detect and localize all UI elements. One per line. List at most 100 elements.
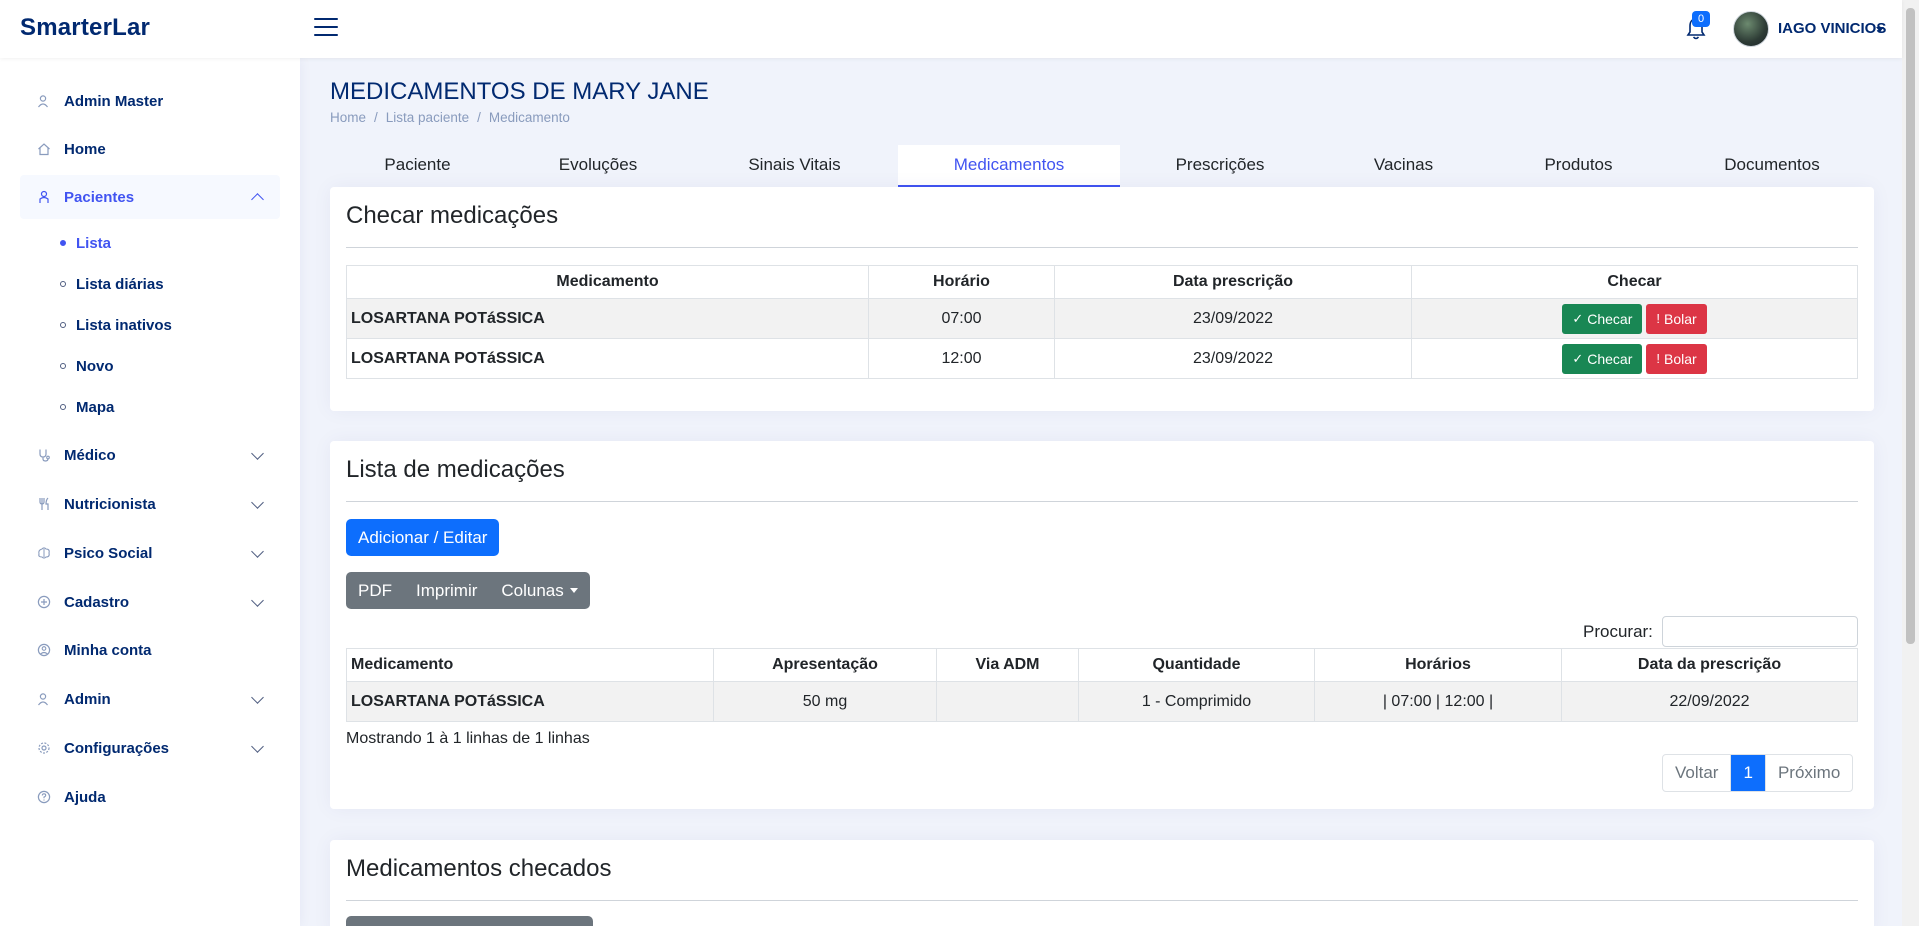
column-header[interactable]: Medicamento [346, 265, 869, 299]
bullet-icon [60, 363, 66, 369]
tab-documentos[interactable]: Documentos [1670, 145, 1874, 187]
sidebar-item-minha-conta[interactable]: Minha conta [20, 628, 280, 672]
data-cell: 22/09/2022 [1561, 681, 1858, 722]
column-header[interactable]: Checar [1411, 265, 1858, 299]
avatar[interactable] [1733, 11, 1769, 47]
tab-prescricoes[interactable]: Prescrições [1120, 145, 1320, 187]
hamburger-menu-icon[interactable] [314, 18, 338, 40]
sidebar-item-pacientes[interactable]: Pacientes [20, 175, 280, 219]
brand-logo[interactable]: SmarterLar [20, 14, 150, 42]
person-circle-icon [36, 642, 52, 658]
checar-button[interactable]: ✓ Checar [1562, 303, 1643, 334]
column-header[interactable]: Quantidade [1078, 648, 1315, 682]
user-icon [36, 93, 52, 109]
breadcrumb-lista-paciente[interactable]: Lista paciente [386, 110, 469, 125]
tab-bar: Paciente Evoluções Sinais Vitais Medicam… [330, 145, 1874, 187]
page-scrollbar[interactable] [1902, 0, 1919, 926]
column-header[interactable]: Data prescrição [1054, 265, 1412, 299]
pdf-button[interactable]: PDF [346, 572, 404, 609]
column-header[interactable]: Via ADM [936, 648, 1079, 682]
sidebar-subitem-lista-inativos[interactable]: Lista inativos [60, 313, 172, 337]
tab-sinais-vitais[interactable]: Sinais Vitais [691, 145, 898, 187]
chevron-down-icon [251, 545, 264, 558]
sidebar-subitem-lista[interactable]: Lista [60, 231, 111, 255]
divider [346, 247, 1858, 248]
sidebar-subitem-novo[interactable]: Novo [60, 354, 114, 378]
sidebar-item-home[interactable]: Home [20, 127, 280, 171]
data-cell: 23/09/2022 [1054, 338, 1412, 379]
lista-medicacoes-card: Lista de medicações Adicionar / Editar P… [330, 441, 1874, 809]
bullet-icon [60, 281, 66, 287]
sidebar-subitem-lista-diarias[interactable]: Lista diárias [60, 272, 164, 296]
breadcrumb: Home / Lista paciente / Medicamento [330, 110, 570, 125]
sidebar-item-psico-social[interactable]: Psico Social [20, 531, 280, 575]
actions-cell: ✓ Checar! Bolar [1411, 298, 1858, 339]
check-icon: ✓ [1572, 350, 1584, 366]
via-adm-cell [936, 681, 1079, 722]
data-cell: 23/09/2022 [1054, 298, 1412, 339]
actions-cell: ✓ Checar! Bolar [1411, 338, 1858, 379]
page-title: MEDICAMENTOS DE MARY JANE [330, 78, 709, 105]
column-header[interactable]: Apresentação [713, 648, 937, 682]
tab-vacinas[interactable]: Vacinas [1320, 145, 1487, 187]
pagination: Voltar 1 Próximo [1662, 754, 1854, 792]
column-header[interactable]: Data da prescrição [1561, 648, 1858, 682]
column-header[interactable]: Medicamento [346, 648, 714, 682]
export-button-group[interactable] [346, 916, 593, 926]
pagination-next[interactable]: Próximo [1766, 755, 1852, 791]
checar-button[interactable]: ✓ Checar [1562, 343, 1643, 374]
check-icon: ✓ [1572, 310, 1584, 326]
pagination-prev[interactable]: Voltar [1663, 755, 1730, 791]
breadcrumb-separator: / [374, 110, 378, 125]
tab-medicamentos[interactable]: Medicamentos [898, 145, 1120, 187]
chevron-down-icon[interactable] [1876, 27, 1884, 32]
sidebar-item-label: Cadastro [64, 593, 130, 611]
question-icon [36, 789, 52, 805]
checar-medicacoes-card: Checar medicações Medicamento Horário Da… [330, 187, 1874, 411]
column-header[interactable]: Horário [868, 265, 1055, 299]
sidebar-item-label: Home [64, 140, 106, 158]
sidebar-item-label: Psico Social [64, 544, 153, 562]
medicamento-cell: LOSARTANA POTáSSICA [346, 298, 869, 339]
sidebar-subitem-mapa[interactable]: Mapa [60, 395, 114, 419]
user-gear-icon [36, 691, 52, 707]
sidebar-item-cadastro[interactable]: Cadastro [20, 580, 280, 624]
divider [346, 900, 1858, 901]
sidebar-subitem-label: Lista inativos [76, 316, 172, 334]
sidebar-item-label: Minha conta [64, 641, 152, 659]
sidebar-item-ajuda[interactable]: Ajuda [20, 775, 280, 819]
quantidade-cell: 1 - Comprimido [1078, 681, 1315, 722]
sidebar-item-label: Admin [64, 690, 111, 708]
export-button-group: PDF Imprimir Colunas [346, 572, 590, 609]
add-edit-button[interactable]: Adicionar / Editar [346, 519, 500, 556]
print-button[interactable]: Imprimir [404, 572, 489, 609]
search-label: Procurar: [1583, 622, 1653, 641]
table-header-row: Medicamento Horário Data prescrição Chec… [346, 265, 1858, 299]
sidebar-item-medico[interactable]: Médico [20, 433, 280, 477]
breadcrumb-home[interactable]: Home [330, 110, 366, 125]
tab-paciente[interactable]: Paciente [330, 145, 505, 187]
sidebar-item-label: Admin Master [64, 92, 164, 110]
tab-evolucoes[interactable]: Evoluções [505, 145, 691, 187]
table-row: LOSARTANA POTáSSICA 07:00 23/09/2022 ✓ Ch… [346, 298, 1858, 339]
checar-table: Medicamento Horário Data prescrição Chec… [346, 265, 1858, 379]
sidebar-item-label: Pacientes [64, 188, 135, 206]
sidebar-item-nutricionista[interactable]: Nutricionista [20, 482, 280, 526]
sidebar-item-admin[interactable]: Admin [20, 677, 280, 721]
search-input[interactable] [1662, 616, 1858, 647]
bolar-button[interactable]: ! Bolar [1646, 303, 1707, 334]
columns-dropdown[interactable]: Colunas [489, 572, 589, 609]
pagination-page-1[interactable]: 1 [1730, 755, 1766, 791]
tab-produtos[interactable]: Produtos [1487, 145, 1670, 187]
scrollbar-thumb[interactable] [1906, 8, 1915, 644]
sidebar-item-configuracoes[interactable]: Configurações [20, 726, 280, 770]
chevron-up-icon [251, 193, 264, 206]
medicamento-cell: LOSARTANA POTáSSICA [346, 681, 714, 722]
button-label: Colunas [501, 580, 564, 600]
bolar-button[interactable]: ! Bolar [1646, 343, 1707, 374]
home-icon [36, 141, 52, 157]
column-header[interactable]: Horários [1314, 648, 1562, 682]
chevron-down-icon [251, 447, 264, 460]
sidebar-item-admin-master[interactable]: Admin Master [20, 79, 280, 123]
user-name[interactable]: IAGO VINICIOS [1778, 20, 1886, 37]
